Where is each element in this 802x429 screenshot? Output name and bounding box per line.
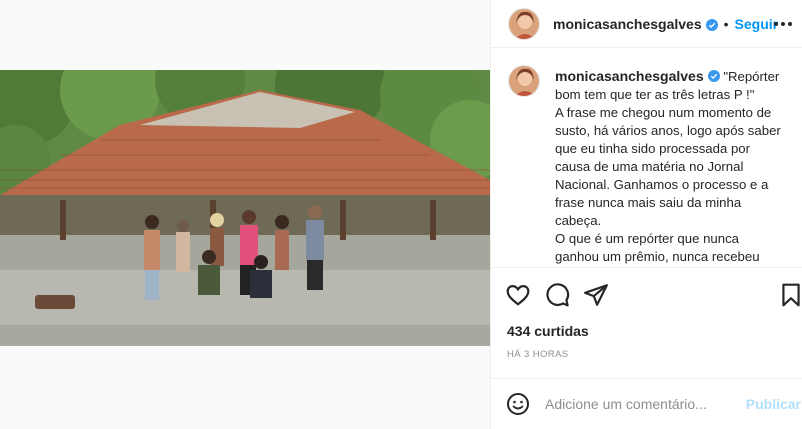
avatar-image — [509, 66, 539, 96]
caption-avatar[interactable] — [508, 65, 540, 97]
post-timestamp[interactable]: HÁ 3 HORAS — [507, 349, 569, 360]
caption-username[interactable]: monicasanchesgalves — [555, 68, 704, 84]
publish-button[interactable]: Publicar — [746, 396, 801, 412]
heart-icon[interactable] — [505, 282, 531, 308]
post-media-pane — [0, 0, 490, 429]
author-username[interactable]: monicasanchesgalves — [553, 16, 702, 32]
post-photo-image — [0, 70, 490, 346]
likes-count[interactable]: 434 curtidas — [507, 323, 589, 339]
caption-line: O que é um repórter que nunca — [555, 231, 740, 246]
caption-line: Nacional. Ganhamos o processo e a — [555, 177, 769, 192]
post-header: monicasanchesgalves • Seguir — [491, 0, 802, 48]
comment-bubble-icon[interactable] — [544, 282, 570, 308]
post-actions — [491, 276, 802, 316]
more-options-icon[interactable] — [769, 10, 797, 38]
comment-bar: Publicar — [491, 378, 802, 429]
caption-line: frase nunca mais saiu da minha — [555, 195, 742, 210]
caption-line: ganhou um prêmio, nunca recebeu — [555, 249, 760, 264]
caption-line: A frase me chegou num momento de — [555, 105, 772, 120]
verified-badge-icon — [707, 69, 720, 82]
post-caption: monicasanchesgalves "Repórter bom tem qu… — [491, 48, 802, 268]
caption-line: susto, há vários anos, logo após saber — [555, 123, 781, 138]
emoji-smiley-icon[interactable] — [506, 392, 530, 416]
bookmark-icon[interactable] — [778, 282, 802, 308]
avatar-image — [509, 8, 539, 39]
caption-text: monicasanchesgalves "Repórter bom tem qu… — [555, 67, 795, 266]
post-photo[interactable] — [0, 70, 490, 346]
verified-badge-icon — [705, 18, 718, 31]
caption-line: "Repórter — [723, 69, 780, 84]
caption-line: bom tem que ter as três letras P !" — [555, 87, 755, 102]
caption-line: causa de uma matéria no Jornal — [555, 159, 744, 174]
separator-dot: • — [723, 15, 729, 32]
caption-line: que eu tinha sido processada por — [555, 141, 751, 156]
post-sidebar: monicasanchesgalves • Seguir monicasanch… — [490, 0, 802, 429]
caption-line: cabeça. — [555, 213, 602, 228]
comment-input[interactable] — [545, 394, 741, 414]
paper-plane-icon[interactable] — [583, 282, 609, 308]
avatar[interactable] — [508, 7, 540, 40]
